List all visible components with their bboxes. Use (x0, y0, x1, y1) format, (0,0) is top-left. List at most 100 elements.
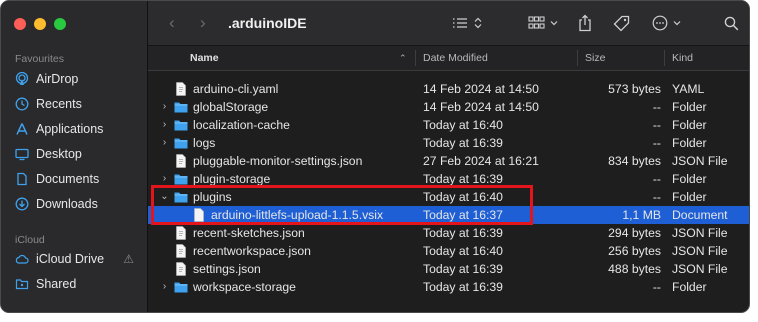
folder-icon (174, 102, 188, 113)
column-header-date[interactable]: Date Modified (423, 46, 488, 70)
forward-button[interactable]: › (200, 1, 206, 45)
sidebar-item-desktop[interactable]: Desktop (15, 144, 140, 164)
tag-button[interactable] (613, 1, 630, 45)
close-window-button[interactable] (14, 18, 26, 30)
column-divider[interactable] (415, 50, 416, 66)
kind-cell: JSON File (672, 226, 728, 240)
kind-cell: JSON File (672, 244, 728, 258)
sidebar-item-label: Shared (36, 277, 77, 291)
disclosure-expanded-icon[interactable]: ⌄ (160, 188, 169, 206)
toolbar: ‹ › .arduinoIDE (148, 1, 749, 46)
back-button[interactable]: ‹ (169, 1, 175, 45)
file-row[interactable]: › globalStorage 14 Feb 2024 at 14:50 -- Fold… (148, 98, 749, 116)
column-divider[interactable] (664, 50, 665, 66)
size-cell: 488 bytes (608, 262, 661, 276)
file-name: arduino-littlefs-upload-1.1.5.vsix (211, 208, 384, 222)
size-cell: -- (652, 118, 661, 132)
file-name-cell: ⌄ plugins (160, 188, 232, 206)
disclosure-collapsed-icon[interactable]: › (160, 98, 169, 116)
sidebar-item-downloads[interactable]: Downloads (15, 194, 140, 214)
chevron-down-icon (673, 21, 681, 26)
file-name: logs (193, 136, 216, 150)
tag-icon (613, 15, 630, 31)
column-divider[interactable] (577, 50, 578, 66)
group-button[interactable] (528, 1, 558, 45)
file-row[interactable]: recent-sketches.json Today at 16:39 294 by… (148, 224, 749, 242)
size-cell: -- (652, 190, 661, 204)
file-row[interactable]: › localization-cache Today at 16:40 -- Folde… (148, 116, 749, 134)
zoom-window-button[interactable] (54, 18, 66, 30)
file-name-cell: arduino-littlefs-upload-1.1.5.vsix (178, 206, 383, 224)
search-icon (724, 16, 739, 30)
kind-cell: Folder (672, 118, 707, 132)
download-icon (15, 197, 29, 211)
file-row[interactable]: pluggable-monitor-settings.json 27 Feb 20… (148, 152, 749, 170)
disclosure-collapsed-icon[interactable]: › (160, 134, 169, 152)
grid-icon (528, 16, 545, 29)
file-row[interactable]: arduino-littlefs-upload-1.1.5.vsix Today … (148, 206, 749, 224)
minimize-window-button[interactable] (34, 18, 46, 30)
column-header-size[interactable]: Size (585, 46, 605, 70)
date-modified-cell: Today at 16:40 (423, 118, 503, 132)
sidebar-item-documents[interactable]: Documents (15, 169, 140, 189)
column-header-kind[interactable]: Kind (672, 46, 693, 70)
sidebar-item-icloud-drive[interactable]: iCloud Drive ⚠ (15, 249, 140, 269)
file-name-cell: arduino-cli.yaml (160, 80, 278, 98)
finder-window: Favourites AirDrop Recents Applications … (0, 0, 750, 313)
disclosure-collapsed-icon[interactable]: › (160, 116, 169, 134)
date-modified-cell: Today at 16:39 (423, 226, 503, 240)
file-name-cell: › logs (160, 134, 216, 152)
folder-icon (174, 120, 188, 131)
airdrop-icon (15, 72, 29, 85)
sidebar-item-applications[interactable]: Applications (15, 119, 140, 139)
sidebar-item-airdrop[interactable]: AirDrop (15, 69, 140, 89)
search-button[interactable] (724, 1, 739, 45)
action-menu-button[interactable] (652, 1, 681, 45)
date-modified-cell: 14 Feb 2024 at 14:50 (423, 82, 539, 96)
file-row[interactable]: ⌄ plugins Today at 16:40 -- Folder (148, 188, 749, 206)
file-name-cell: › plugin-storage (160, 170, 270, 188)
kind-cell: Folder (672, 100, 707, 114)
file-name-cell: settings.json (160, 260, 261, 278)
disclosure-collapsed-icon[interactable]: › (160, 170, 169, 188)
view-options-button[interactable] (452, 1, 482, 45)
file-name: workspace-storage (193, 280, 296, 294)
size-cell: -- (652, 280, 661, 294)
file-name: plugins (193, 190, 232, 204)
sidebar: Favourites AirDrop Recents Applications … (1, 1, 148, 312)
kind-cell: Folder (672, 280, 707, 294)
file-row[interactable]: recentworkspace.json Today at 16:40 256 by… (148, 242, 749, 260)
column-header-name[interactable]: Name (190, 46, 219, 70)
shared-folder-icon (15, 279, 29, 290)
kind-cell: YAML (672, 82, 705, 96)
cloud-icon (15, 254, 29, 264)
date-modified-cell: 27 Feb 2024 at 16:21 (423, 154, 539, 168)
file-name: recent-sketches.json (193, 226, 305, 240)
kind-cell: Folder (672, 136, 707, 150)
file-row[interactable]: settings.json Today at 16:39 488 bytes JSON… (148, 260, 749, 278)
file-name: recentworkspace.json (193, 244, 311, 258)
file-icon (176, 154, 186, 168)
file-icon (176, 82, 186, 96)
file-row[interactable]: › workspace-storage Today at 16:39 -- Folder (148, 278, 749, 296)
sidebar-item-shared[interactable]: Shared (15, 274, 140, 294)
file-icon (176, 244, 186, 258)
date-modified-cell: Today at 16:40 (423, 244, 503, 258)
file-icon (194, 208, 204, 222)
size-cell: -- (652, 172, 661, 186)
file-name-cell: › localization-cache (160, 116, 290, 134)
kind-cell: JSON File (672, 262, 728, 276)
share-button[interactable] (578, 1, 592, 45)
kind-cell: Folder (672, 190, 707, 204)
file-name: globalStorage (193, 100, 269, 114)
window-title: .arduinoIDE (228, 15, 307, 31)
disclosure-collapsed-icon[interactable]: › (160, 278, 169, 296)
file-row[interactable]: › plugin-storage Today at 16:39 -- Folder (148, 170, 749, 188)
file-row[interactable]: › logs Today at 16:39 -- Folder (148, 134, 749, 152)
favourites-header: Favourites (15, 53, 65, 65)
folder-icon (174, 282, 188, 293)
file-row[interactable]: arduino-cli.yaml 14 Feb 2024 at 14:50 573 … (148, 80, 749, 98)
sidebar-item-recents[interactable]: Recents (15, 94, 140, 114)
date-modified-cell: 14 Feb 2024 at 14:50 (423, 100, 539, 114)
chevron-left-icon: ‹ (169, 13, 175, 32)
